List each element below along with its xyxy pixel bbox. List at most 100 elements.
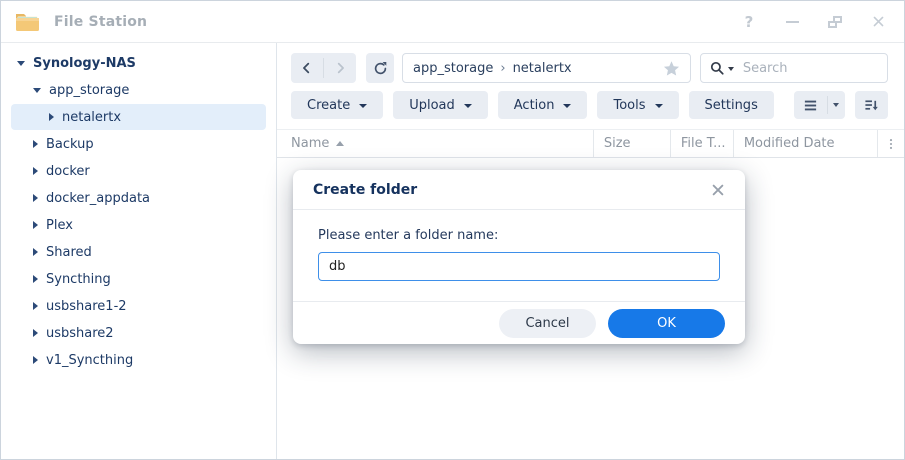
breadcrumb-separator: › xyxy=(500,61,505,76)
column-label: Name xyxy=(291,136,329,151)
column-label: File T... xyxy=(681,136,726,151)
window-title: File Station xyxy=(54,14,147,30)
sidebar-item-app-storage[interactable]: app_storage xyxy=(11,77,266,103)
expand-arrow-icon[interactable] xyxy=(33,140,38,148)
button-label: Action xyxy=(514,98,555,113)
breadcrumb-segment[interactable]: app_storage xyxy=(413,61,493,76)
button-label: Upload xyxy=(409,98,455,113)
column-header-modified-date[interactable]: Modified Date xyxy=(733,130,877,157)
folder-tree-sidebar: Synology-NAS app_storage netalertx Backu… xyxy=(1,43,277,460)
expand-arrow-icon[interactable] xyxy=(33,167,38,175)
file-station-window: File Station ? Synology-NAS app_storage xyxy=(0,0,905,460)
dialog-footer: Cancel OK xyxy=(293,301,745,344)
collapse-arrow-icon[interactable] xyxy=(17,61,25,66)
window-controls: ? xyxy=(741,14,886,30)
tree-label: app_storage xyxy=(49,83,129,98)
folder-icon xyxy=(14,11,41,33)
chevron-down-icon xyxy=(563,104,571,108)
expand-arrow-icon[interactable] xyxy=(33,194,38,202)
create-folder-dialog: Create folder Please enter a folder name… xyxy=(293,170,745,344)
ok-button[interactable]: OK xyxy=(608,309,725,338)
expand-arrow-icon[interactable] xyxy=(33,275,38,283)
chevron-down-icon[interactable] xyxy=(728,67,734,71)
close-icon[interactable] xyxy=(870,14,886,30)
dialog-title: Create folder xyxy=(313,182,417,198)
sort-order-icon xyxy=(864,98,879,113)
tree-label: Plex xyxy=(46,218,73,233)
maximize-icon[interactable] xyxy=(827,14,843,30)
file-table-header: Name Size File T... Modified Date xyxy=(277,129,905,158)
sort-ascending-icon xyxy=(336,141,344,146)
sidebar-item-netalertx[interactable]: netalertx xyxy=(11,104,266,130)
search-icon[interactable] xyxy=(710,61,725,76)
column-header-name[interactable]: Name xyxy=(277,130,593,157)
forward-button[interactable] xyxy=(324,53,356,83)
column-label: Size xyxy=(604,136,631,151)
vertical-ellipsis-icon xyxy=(884,137,898,151)
search-input[interactable] xyxy=(741,60,878,77)
tree-label: v1_Syncthing xyxy=(46,353,133,368)
action-button[interactable]: Action xyxy=(498,91,588,119)
chevron-down-icon xyxy=(359,104,367,108)
column-header-file-type[interactable]: File T... xyxy=(670,130,733,157)
tree-label: Syncthing xyxy=(46,272,111,287)
refresh-button[interactable] xyxy=(366,53,394,83)
sidebar-item-synology-nas[interactable]: Synology-NAS xyxy=(11,50,266,76)
expand-arrow-icon[interactable] xyxy=(33,221,38,229)
sidebar-item-usbshare1-2[interactable]: usbshare1-2 xyxy=(11,293,266,319)
back-button[interactable] xyxy=(291,53,323,83)
history-nav-group xyxy=(291,53,356,83)
chevron-down-icon[interactable] xyxy=(828,103,845,107)
sidebar-item-v1-syncthing[interactable]: v1_Syncthing xyxy=(11,347,266,373)
sidebar-item-docker-appdata[interactable]: docker_appdata xyxy=(11,185,266,211)
sidebar-item-syncthing[interactable]: Syncthing xyxy=(11,266,266,292)
settings-button[interactable]: Settings xyxy=(689,91,774,119)
collapse-arrow-icon[interactable] xyxy=(33,88,41,93)
chevron-down-icon xyxy=(655,104,663,108)
chevron-down-icon xyxy=(464,104,472,108)
folder-name-input[interactable] xyxy=(318,252,720,281)
expand-arrow-icon[interactable] xyxy=(33,356,38,364)
tree-label: Shared xyxy=(46,245,92,260)
dialog-close-icon[interactable] xyxy=(711,183,725,197)
expand-arrow-icon[interactable] xyxy=(33,302,38,310)
navigation-row: app_storage › netalertx xyxy=(291,53,888,83)
minimize-icon[interactable] xyxy=(784,14,800,30)
button-label: Tools xyxy=(613,98,645,113)
toolbar: Create Upload Action Tools Settings xyxy=(291,91,888,119)
star-icon[interactable] xyxy=(663,60,680,77)
search-box xyxy=(700,53,888,83)
tree-label: usbshare1-2 xyxy=(46,299,127,314)
button-label: Create xyxy=(307,98,350,113)
column-header-size[interactable]: Size xyxy=(593,130,670,157)
titlebar: File Station ? xyxy=(1,1,904,43)
expand-arrow-icon[interactable] xyxy=(49,113,54,121)
view-mode-button[interactable] xyxy=(794,91,845,119)
folder-name-prompt: Please enter a folder name: xyxy=(318,228,720,243)
help-icon[interactable]: ? xyxy=(741,14,757,30)
button-label: Settings xyxy=(705,98,758,113)
expand-arrow-icon[interactable] xyxy=(33,329,38,337)
upload-button[interactable]: Upload xyxy=(393,91,488,119)
dialog-body: Please enter a folder name: xyxy=(293,210,745,301)
list-view-icon[interactable] xyxy=(794,98,827,113)
breadcrumb[interactable]: app_storage › netalertx xyxy=(402,53,691,83)
tree-label: docker xyxy=(46,164,90,179)
tree-label: netalertx xyxy=(62,110,121,125)
tree-label: Backup xyxy=(46,137,94,152)
create-button[interactable]: Create xyxy=(291,91,383,119)
sidebar-item-plex[interactable]: Plex xyxy=(11,212,266,238)
sort-order-button[interactable] xyxy=(855,91,888,119)
dialog-header: Create folder xyxy=(293,170,745,210)
tree-label: usbshare2 xyxy=(46,326,114,341)
expand-arrow-icon[interactable] xyxy=(33,248,38,256)
sidebar-item-shared[interactable]: Shared xyxy=(11,239,266,265)
tools-button[interactable]: Tools xyxy=(597,91,678,119)
tree-label: docker_appdata xyxy=(46,191,150,206)
cancel-button[interactable]: Cancel xyxy=(499,309,596,338)
sidebar-item-docker[interactable]: docker xyxy=(11,158,266,184)
sidebar-item-usbshare2[interactable]: usbshare2 xyxy=(11,320,266,346)
breadcrumb-segment[interactable]: netalertx xyxy=(513,61,572,76)
column-options-button[interactable] xyxy=(877,130,905,157)
sidebar-item-backup[interactable]: Backup xyxy=(11,131,266,157)
